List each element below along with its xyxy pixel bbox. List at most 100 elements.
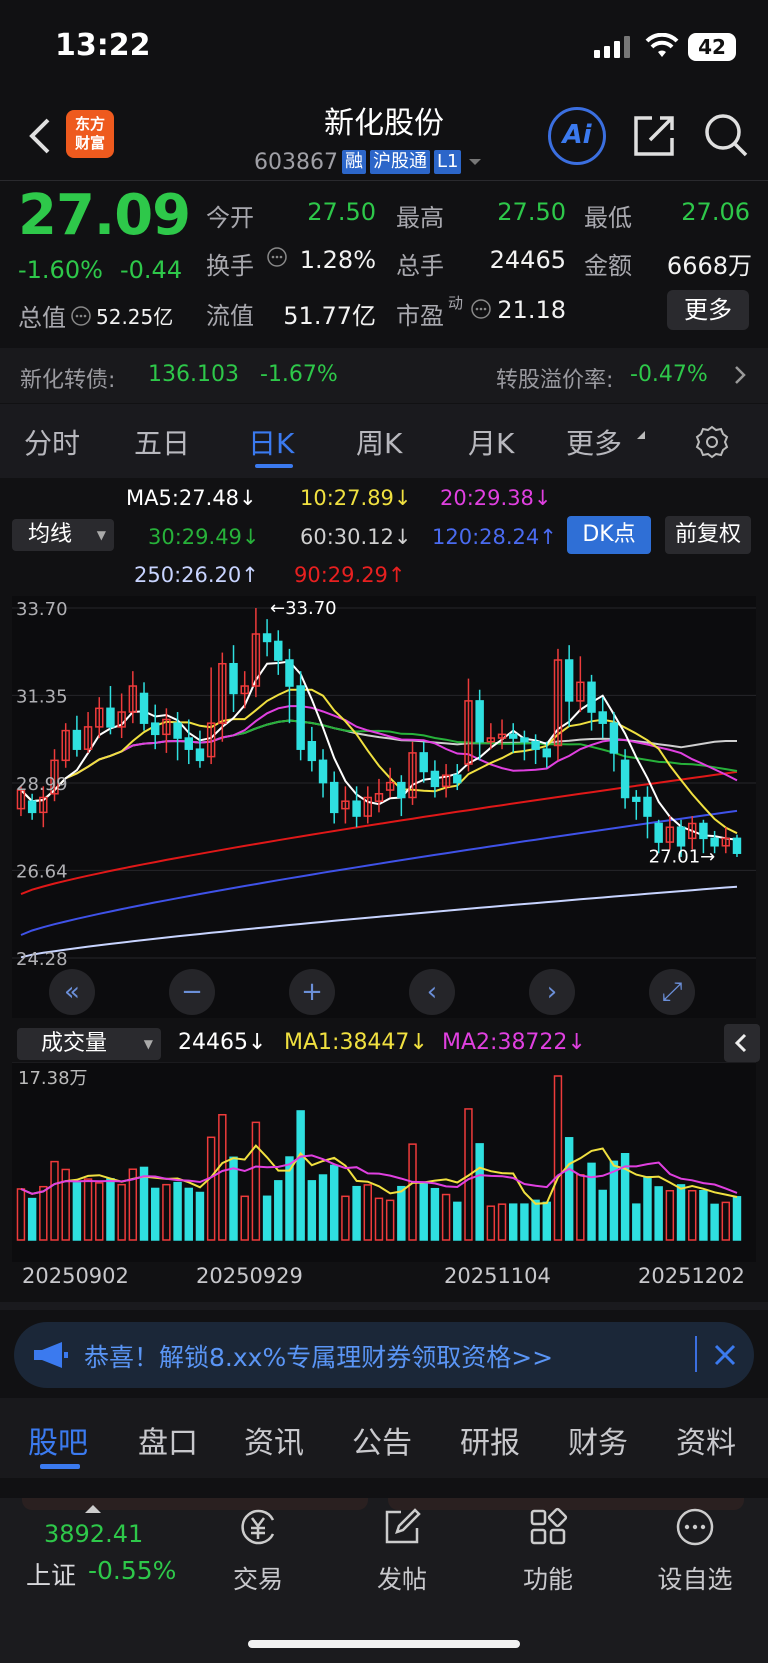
trade-button[interactable]: 交易 xyxy=(226,1506,290,1596)
functions-button[interactable]: 功能 xyxy=(516,1506,580,1596)
forward-adjust-button[interactable]: 前复权 xyxy=(665,516,751,554)
low-label: 最低 xyxy=(584,204,632,232)
volume-bar xyxy=(732,1196,742,1241)
ma90-value: 90:29.29↑ xyxy=(294,563,406,587)
tab-intraday[interactable]: 分时 xyxy=(24,422,80,462)
share-icon[interactable] xyxy=(632,112,678,158)
info-dots-icon[interactable] xyxy=(70,305,92,327)
open-label: 今开 xyxy=(206,204,254,232)
ma-selector-dropdown[interactable]: 均线 ▼ xyxy=(12,519,114,551)
amount-label: 金额 xyxy=(584,252,632,280)
candle-body xyxy=(285,659,294,687)
candle-body xyxy=(587,681,596,713)
edit-icon xyxy=(385,1508,421,1544)
tab-more[interactable]: 更多 xyxy=(566,422,622,462)
volume-bar xyxy=(150,1187,160,1241)
candle-body xyxy=(318,759,328,784)
home-indicator xyxy=(248,1640,520,1648)
candle-body xyxy=(542,748,552,758)
candle-body xyxy=(531,741,540,750)
info-section-tabs: 股吧 盘口 资讯 公告 研报 财务 资料 xyxy=(0,1398,768,1478)
settings-gear-icon[interactable] xyxy=(694,424,730,460)
info-dots-icon[interactable] xyxy=(266,246,288,268)
index-pct[interactable]: -0.55% xyxy=(88,1556,176,1585)
turnover-label: 换手 xyxy=(206,252,254,280)
tab-five-day[interactable]: 五日 xyxy=(134,422,190,462)
stock-code-row[interactable]: 603867 融 沪股通 L1 xyxy=(254,147,485,177)
volume-bar xyxy=(710,1203,719,1241)
search-icon[interactable] xyxy=(703,112,749,158)
tab-monthly-k[interactable]: 月K xyxy=(468,422,514,462)
ma60-value: 60:30.12↓ xyxy=(300,525,412,549)
add-watchlist-button[interactable]: 设自选 xyxy=(650,1506,740,1596)
candle-body xyxy=(643,796,652,817)
fullscreen-icon: ⤢ xyxy=(662,977,683,1007)
active-tab-indicator xyxy=(255,464,293,468)
tag-level: L1 xyxy=(433,150,462,174)
index-name[interactable]: 上证 xyxy=(26,1556,76,1592)
y-tick-label: 33.70 xyxy=(16,599,68,620)
tab-weekly-k[interactable]: 周K xyxy=(356,422,402,462)
tab-announcements[interactable]: 公告 xyxy=(352,1418,412,1462)
tab-orderbook[interactable]: 盘口 xyxy=(138,1418,198,1462)
collapse-panel-button[interactable] xyxy=(724,1024,760,1062)
index-value[interactable]: 3892.41 xyxy=(44,1520,143,1548)
tab-financials[interactable]: 财务 xyxy=(568,1418,628,1462)
total-mv-value: 52.25亿 xyxy=(96,305,174,329)
battery-icon: 42 xyxy=(688,33,736,61)
tab-daily-k[interactable]: 日K xyxy=(248,422,294,462)
candle-body xyxy=(609,722,619,754)
trade-label: 交易 xyxy=(232,1565,283,1594)
next-icon: › xyxy=(547,977,557,1007)
tab-news[interactable]: 资讯 xyxy=(244,1418,304,1462)
active-tab-indicator xyxy=(40,1464,80,1469)
change-amount: -0.44 xyxy=(120,256,183,284)
candle-body xyxy=(27,800,37,814)
dk-point-button[interactable]: DK点 xyxy=(567,516,651,554)
volume-bar xyxy=(72,1182,82,1241)
volume-bar xyxy=(564,1137,574,1241)
candle-body xyxy=(620,759,630,799)
candlestick-chart[interactable]: 33.7031.3528.9926.6424.28 ←33.70 27.01→ … xyxy=(12,596,756,1018)
status-bar: 13:22 42 xyxy=(0,0,768,90)
ai-assistant-button[interactable]: Ai xyxy=(548,107,606,165)
pe-label: 市盈 xyxy=(396,302,444,330)
total-mv: 总值 52.25亿 xyxy=(18,298,173,333)
tab-forum[interactable]: 股吧 xyxy=(28,1418,88,1462)
info-dots-icon[interactable] xyxy=(470,298,492,320)
yuan-circle-icon xyxy=(241,1509,275,1545)
volume-ma1: MA1:38447↓ xyxy=(284,1030,428,1055)
tab-research[interactable]: 研报 xyxy=(460,1418,520,1462)
tab-profile[interactable]: 资料 xyxy=(676,1418,736,1462)
volume-bar xyxy=(430,1187,440,1241)
volume-bar xyxy=(531,1199,540,1241)
volume-bar xyxy=(587,1162,596,1241)
volume-bar xyxy=(676,1184,686,1241)
amount-value: 6668万 xyxy=(666,252,752,280)
ma120-value: 120:28.24↑ xyxy=(432,525,557,549)
volume-bar xyxy=(643,1176,652,1241)
promo-banner[interactable]: 恭喜！解锁8.xx%专属理财券领取资格>> xyxy=(14,1322,754,1388)
volume-bar xyxy=(520,1203,529,1241)
close-icon[interactable] xyxy=(712,1342,738,1368)
candle-body xyxy=(632,796,641,802)
volume-today: 24465↓ xyxy=(178,1030,267,1055)
megaphone-icon xyxy=(34,1342,68,1368)
more-quote-button[interactable]: 更多 xyxy=(667,290,749,330)
volume-bar xyxy=(475,1143,484,1241)
volume-ma2: MA2:38722↓ xyxy=(442,1030,586,1055)
volume-bar xyxy=(106,1178,115,1241)
post-label: 发帖 xyxy=(376,1565,427,1594)
volume-bar xyxy=(509,1203,518,1241)
candle-body xyxy=(329,781,339,814)
post-button[interactable]: 发帖 xyxy=(370,1506,434,1596)
float-mv-label: 流值 xyxy=(206,302,254,330)
candle-body xyxy=(453,774,462,784)
ma30-value: 30:29.49↓ xyxy=(148,525,260,549)
cb-pct: -1.67% xyxy=(260,362,338,387)
card-edge xyxy=(22,1498,368,1510)
volume-chart[interactable]: 17.38万 xyxy=(12,1062,756,1262)
high-price-marker: ←33.70 xyxy=(270,598,337,619)
volume-indicator-dropdown[interactable]: 成交量 ▼ xyxy=(17,1028,161,1060)
convertible-bond-bar[interactable]: 新化转债: 136.103 -1.67% 转股溢价率: -0.47% xyxy=(0,348,768,403)
